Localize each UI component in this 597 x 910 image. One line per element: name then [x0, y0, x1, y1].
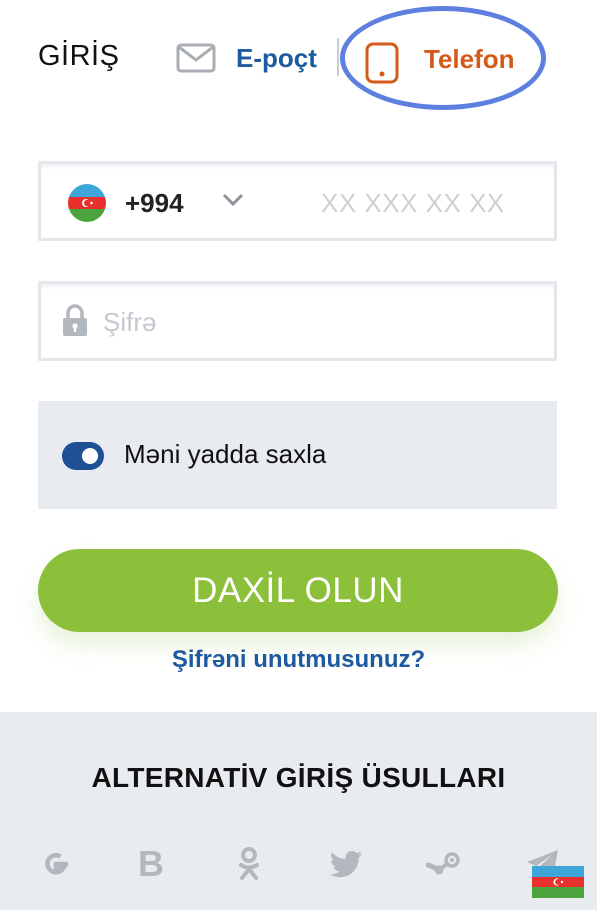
- language-flag-icon[interactable]: [532, 866, 584, 898]
- toggle-knob: [82, 448, 98, 464]
- login-button[interactable]: DAXİL OLUN: [38, 549, 558, 632]
- phone-input[interactable]: XX XXX XX XX: [321, 188, 505, 219]
- lock-icon: [63, 304, 87, 336]
- bookmaker-b-icon[interactable]: B: [131, 844, 171, 884]
- password-input[interactable]: Şifrə: [103, 307, 156, 338]
- steam-icon[interactable]: [424, 844, 464, 884]
- password-field[interactable]: Şifrə: [38, 281, 557, 361]
- tab-email[interactable]: E-poçt: [176, 38, 317, 78]
- azerbaijan-flag-icon[interactable]: [68, 184, 106, 222]
- forgot-password-link[interactable]: Şifrəni unutmusunuz?: [0, 646, 597, 674]
- tab-divider: [337, 38, 339, 76]
- chevron-down-icon[interactable]: [222, 193, 244, 207]
- phone-icon: [365, 42, 399, 84]
- tab-email-label: E-poçt: [236, 42, 317, 73]
- phone-field: +994 XX XXX XX XX: [38, 161, 557, 241]
- login-panel: GİRİŞ E-poçt Telefon +994 XX XXX XX XX Ş…: [0, 0, 597, 910]
- page-title: GİRİŞ: [38, 40, 120, 72]
- google-icon[interactable]: [36, 844, 76, 884]
- envelope-icon: [176, 43, 216, 73]
- alternative-login-section: ALTERNATİV GİRİŞ ÜSULLARI B: [0, 712, 597, 910]
- remember-me-toggle[interactable]: [62, 442, 104, 470]
- tab-phone-label: Telefon: [424, 44, 515, 74]
- remember-me-label: Məni yadda saxla: [124, 439, 327, 469]
- twitter-icon[interactable]: [327, 844, 367, 884]
- country-code[interactable]: +994: [125, 188, 184, 219]
- remember-me-row: Məni yadda saxla: [38, 401, 557, 509]
- tab-phone[interactable]: Telefon: [340, 6, 546, 110]
- odnoklassniki-icon[interactable]: [229, 844, 269, 884]
- alternative-login-title: ALTERNATİV GİRİŞ ÜSULLARI: [91, 762, 506, 793]
